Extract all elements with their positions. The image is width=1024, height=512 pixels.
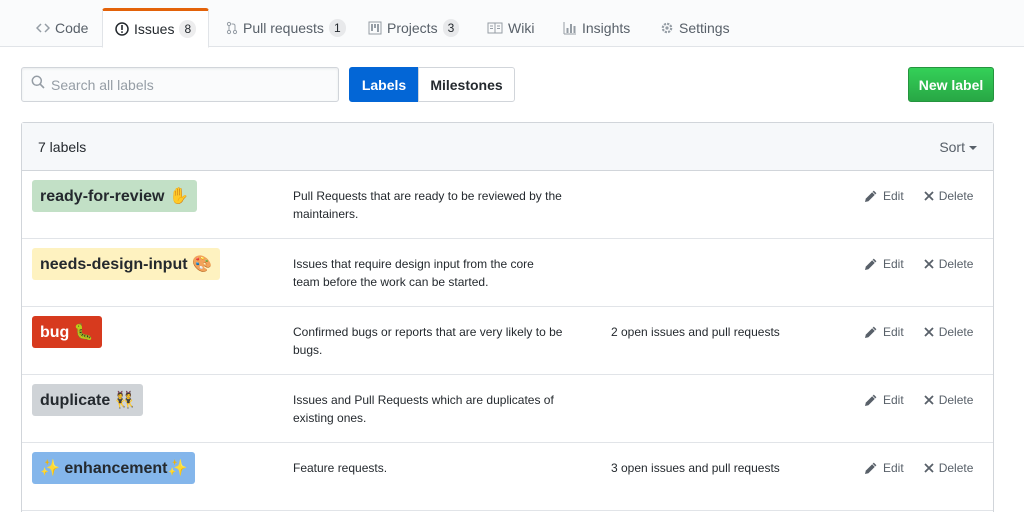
tab-label: Settings: [679, 19, 730, 36]
search-icon: [31, 75, 45, 94]
edit-label-button[interactable]: Edit: [864, 255, 904, 273]
project-icon: [368, 21, 382, 35]
label-description: Issues that require design input from th…: [293, 257, 534, 289]
tab-label: Projects: [387, 19, 438, 36]
delete-label-button[interactable]: Delete: [924, 187, 974, 205]
label-name[interactable]: ready-for-review ✋: [32, 180, 197, 212]
tab-label: Wiki: [508, 19, 535, 36]
x-icon: [924, 395, 934, 405]
pull-requests-counter: 1: [328, 18, 346, 37]
tab-issues[interactable]: Issues 8: [102, 8, 210, 48]
edit-label-button[interactable]: Edit: [864, 323, 904, 341]
repo-nav: Code Issues 8 Pull requests 1 Projects 3…: [0, 0, 1024, 48]
label-actions: Edit Delete: [864, 391, 973, 409]
pencil-icon: [864, 325, 878, 339]
label-open-issues-link[interactable]: 3 open issues and pull requests: [611, 459, 780, 477]
issues-counter: 8: [179, 20, 197, 38]
gear-icon: [660, 21, 674, 35]
label-row: needs-design-input 🎨 Issues that require…: [22, 239, 993, 307]
tab-settings[interactable]: Settings: [648, 8, 742, 47]
tab-label: Code: [55, 19, 89, 36]
graph-icon: [563, 21, 577, 35]
labels-list-header: 7 labels Sort: [22, 123, 993, 171]
tab-label: Issues: [134, 21, 175, 37]
projects-counter: 3: [442, 18, 460, 37]
label-description: Feature requests.: [293, 461, 388, 475]
issue-opened-icon: [115, 22, 129, 36]
labels-list: 7 labels Sort ready-for-review ✋ Pull Re…: [21, 122, 994, 512]
x-icon: [924, 463, 934, 473]
tab-label: Pull requests: [243, 19, 324, 36]
sort-dropdown[interactable]: Sort: [939, 139, 977, 155]
sort-label: Sort: [939, 138, 965, 155]
tab-insights[interactable]: Insights: [551, 8, 642, 47]
tab-label: Insights: [582, 19, 631, 36]
delete-label: Delete: [938, 393, 974, 407]
tab-projects[interactable]: Projects 3: [356, 8, 471, 47]
label-row: ready-for-review ✋ Pull Requests that ar…: [22, 171, 993, 239]
label-name[interactable]: ✨ enhancement✨: [32, 452, 196, 484]
tab-code[interactable]: Code: [24, 8, 100, 47]
x-icon: [924, 327, 934, 337]
label-description: Confirmed bugs or reports that are very …: [293, 325, 563, 357]
milestones-button[interactable]: Milestones: [418, 67, 515, 102]
git-pull-request-icon: [226, 21, 238, 35]
label-row: ✨ enhancement✨ Feature requests. 3 open …: [22, 443, 993, 511]
labels-count: 7 labels: [38, 138, 87, 155]
edit-label: Edit: [883, 393, 904, 407]
edit-label: Edit: [883, 189, 904, 203]
pencil-icon: [864, 393, 878, 407]
label-name[interactable]: bug 🐛: [32, 316, 102, 348]
tab-pull-requests[interactable]: Pull requests 1: [214, 8, 358, 47]
label-name[interactable]: duplicate 👯: [32, 384, 143, 416]
delete-label: Delete: [938, 257, 974, 271]
labels-button[interactable]: Labels: [349, 67, 419, 102]
search-labels-input[interactable]: [51, 76, 321, 93]
delete-label-button[interactable]: Delete: [924, 323, 974, 341]
delete-label: Delete: [938, 461, 974, 475]
x-icon: [924, 259, 934, 269]
search-box: [21, 67, 339, 102]
edit-label: Edit: [883, 325, 904, 339]
label-open-issues-link[interactable]: 2 open issues and pull requests: [611, 323, 780, 341]
code-icon: [36, 22, 50, 34]
label-actions: Edit Delete: [864, 187, 973, 205]
delete-label-button[interactable]: Delete: [924, 391, 974, 409]
book-icon: [487, 22, 503, 34]
caret-down-icon: [969, 145, 977, 150]
edit-label-button[interactable]: Edit: [864, 187, 904, 205]
pencil-icon: [864, 461, 878, 475]
edit-label: Edit: [883, 461, 904, 475]
label-row: duplicate 👯 Issues and Pull Requests whi…: [22, 375, 993, 443]
label-row: bug 🐛 Confirmed bugs or reports that are…: [22, 307, 993, 375]
label-description: Issues and Pull Requests which are dupli…: [293, 393, 554, 425]
pencil-icon: [864, 257, 878, 271]
edit-label: Edit: [883, 257, 904, 271]
delete-label-button[interactable]: Delete: [924, 459, 974, 477]
label-name[interactable]: needs-design-input 🎨: [32, 248, 220, 280]
tab-wiki[interactable]: Wiki: [475, 8, 546, 47]
delete-label-button[interactable]: Delete: [924, 255, 974, 273]
label-actions: Edit Delete: [864, 459, 973, 477]
pencil-icon: [864, 189, 878, 203]
label-actions: Edit Delete: [864, 323, 973, 341]
delete-label: Delete: [938, 325, 974, 339]
edit-label-button[interactable]: Edit: [864, 391, 904, 409]
new-label-button[interactable]: New label: [908, 67, 994, 102]
label-actions: Edit Delete: [864, 255, 973, 273]
edit-label-button[interactable]: Edit: [864, 459, 904, 477]
x-icon: [924, 191, 934, 201]
label-description: Pull Requests that are ready to be revie…: [293, 189, 562, 221]
delete-label: Delete: [938, 189, 974, 203]
